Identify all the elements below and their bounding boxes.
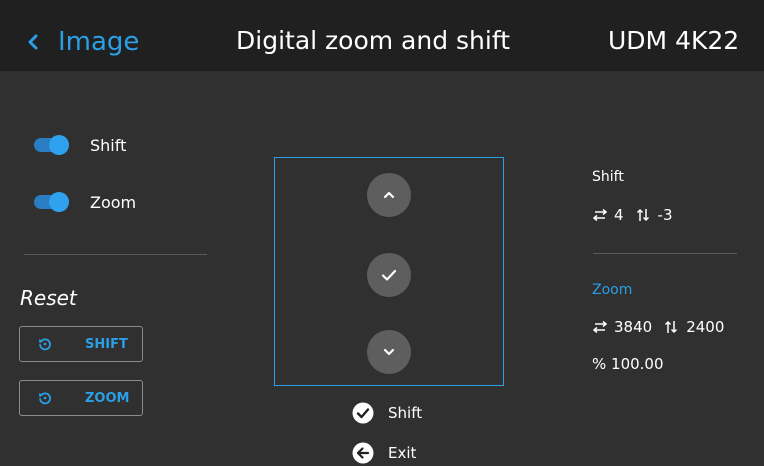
zoom-toggle-row[interactable]: Zoom xyxy=(34,192,136,212)
zoom-values: 3840 2400 xyxy=(592,318,724,336)
arrow-left-circle-icon xyxy=(352,442,374,464)
back-label: Image xyxy=(58,27,140,57)
zoom-percent: % 100.00 xyxy=(592,355,664,373)
hint-shift: Shift xyxy=(352,402,422,424)
chevron-left-icon xyxy=(28,34,38,50)
zoom-toggle-label: Zoom xyxy=(90,192,137,212)
left-divider xyxy=(24,254,207,255)
zoom-info-label: Zoom xyxy=(592,282,633,298)
shift-info-label: Shift xyxy=(592,169,624,185)
shift-toggle[interactable] xyxy=(34,135,70,155)
reset-title: Reset xyxy=(20,286,77,310)
hint-exit: Exit xyxy=(352,442,416,464)
move-up-button[interactable] xyxy=(367,173,411,217)
chevron-up-icon xyxy=(383,191,395,199)
shift-values: 4 -3 xyxy=(592,206,673,224)
hint-exit-label: Exit xyxy=(388,444,417,462)
right-divider xyxy=(593,253,737,254)
hint-shift-label: Shift xyxy=(388,404,423,422)
reset-icon xyxy=(38,392,51,405)
shift-toggle-row[interactable]: Shift xyxy=(34,135,126,155)
page-title: Digital zoom and shift xyxy=(236,26,510,55)
back-button[interactable]: Image xyxy=(24,22,139,62)
reset-shift-label: SHIFT xyxy=(85,336,128,352)
shift-vertical-value: -3 xyxy=(657,206,673,224)
check-circle-icon xyxy=(352,402,374,424)
shift-horizontal-value: 4 xyxy=(614,206,624,224)
reset-zoom-label: ZOOM xyxy=(85,390,130,406)
reset-icon xyxy=(38,338,51,351)
reset-shift-button[interactable]: SHIFT xyxy=(19,326,143,362)
zoom-height-value: 2400 xyxy=(686,318,725,336)
zoom-width-value: 3840 xyxy=(614,318,653,336)
horizontal-arrows-icon xyxy=(592,208,608,222)
shift-control-panel xyxy=(274,157,504,386)
zoom-toggle[interactable] xyxy=(34,192,70,212)
chevron-down-icon xyxy=(383,348,395,356)
shift-toggle-label: Shift xyxy=(90,135,127,155)
move-down-button[interactable] xyxy=(367,330,411,374)
check-icon xyxy=(381,269,397,281)
horizontal-arrows-icon xyxy=(592,320,608,334)
reset-zoom-button[interactable]: ZOOM xyxy=(19,380,143,416)
header-bar: Image Digital zoom and shift UDM 4K22 xyxy=(0,0,764,71)
confirm-button[interactable] xyxy=(367,253,411,297)
vertical-arrows-icon xyxy=(665,320,678,334)
device-name: UDM 4K22 xyxy=(608,26,740,55)
vertical-arrows-icon xyxy=(636,208,649,222)
